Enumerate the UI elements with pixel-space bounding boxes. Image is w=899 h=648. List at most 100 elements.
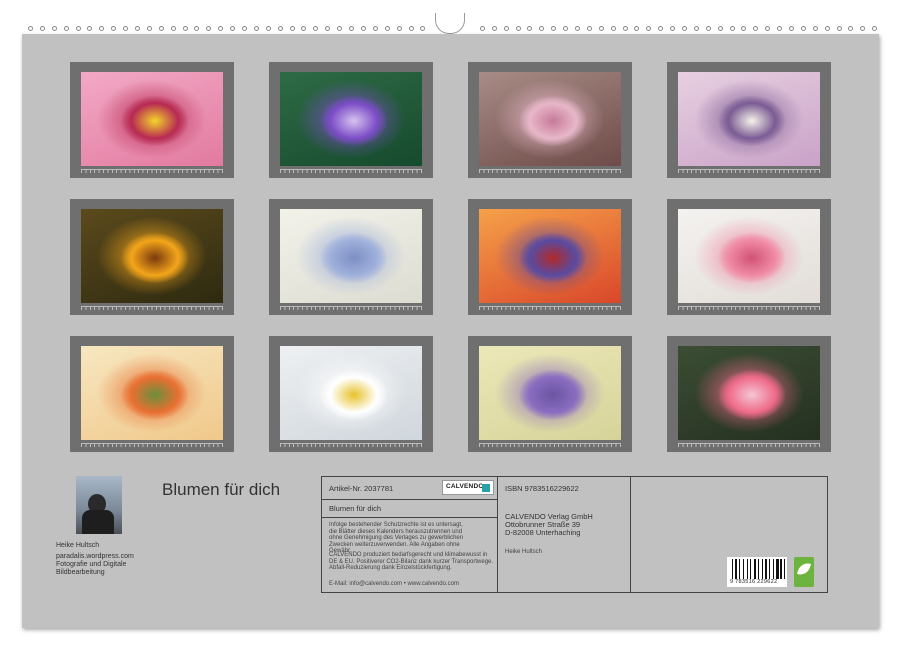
- photo-credit: Heike Hultsch: [505, 549, 542, 556]
- barcode-bar: [750, 559, 751, 579]
- thumbnail-allium-poppy: [468, 199, 632, 315]
- barcode-bar: [776, 559, 779, 579]
- info-panel: Artikel-Nr. 2037781 CALVENDO Blumen für …: [321, 476, 828, 593]
- binding-ring: [539, 26, 544, 31]
- thumbnail-purple-crocus: [269, 62, 433, 178]
- binding-ring: [860, 26, 865, 31]
- binding-ring: [682, 26, 687, 31]
- binding-ring: [718, 26, 723, 31]
- binding-ring: [230, 26, 235, 31]
- binding-ring: [290, 26, 295, 31]
- date-strip: [81, 169, 223, 173]
- date-strip: [678, 169, 820, 173]
- info-column-article: Artikel-Nr. 2037781 CALVENDO Blumen für …: [322, 477, 498, 592]
- calendar-title: Blumen für dich: [162, 480, 280, 500]
- thumbnail-chamomile: [269, 336, 433, 452]
- flower-photo: [678, 346, 820, 440]
- binding-ring: [706, 26, 711, 31]
- date-strip: [81, 306, 223, 310]
- binding-ring: [194, 26, 199, 31]
- flower-photo: [678, 209, 820, 303]
- author-block: Heike Hultsch paradalis.wordpress.com Fo…: [56, 542, 134, 577]
- binding-ring: [123, 26, 128, 31]
- barcode-digits: 9 783516 229622: [730, 579, 777, 585]
- binding-ring: [52, 26, 57, 31]
- legal-text: Infolge bestehender Schutzrechte ist es …: [329, 522, 469, 555]
- date-strip: [479, 306, 621, 310]
- date-strip: [280, 169, 422, 173]
- binding-ring: [551, 26, 556, 31]
- barcode-bar: [747, 559, 748, 579]
- article-number: Artikel-Nr. 2037781: [329, 484, 393, 493]
- barcode-bar: [732, 559, 733, 579]
- binding-ring: [753, 26, 758, 31]
- binding-ring: [872, 26, 877, 31]
- flower-photo: [479, 72, 621, 166]
- binding-ring: [587, 26, 592, 31]
- flower-photo: [479, 209, 621, 303]
- binding-ring: [242, 26, 247, 31]
- binding-ring: [634, 26, 639, 31]
- author-name: Heike Hultsch: [56, 542, 134, 550]
- thumbnail-hydrangea: [269, 199, 433, 315]
- binding-ring: [480, 26, 485, 31]
- binding-ring: [825, 26, 830, 31]
- date-strip: [81, 443, 223, 447]
- flower-photo: [280, 72, 422, 166]
- binding-ring: [658, 26, 663, 31]
- binding-ring: [611, 26, 616, 31]
- binding-ring: [349, 26, 354, 31]
- barcode-bar: [762, 559, 763, 579]
- binding-ring: [789, 26, 794, 31]
- binding-ring: [397, 26, 402, 31]
- thumbnail-pink-blossom: [468, 62, 632, 178]
- flower-photo: [81, 209, 223, 303]
- binding-ring: [254, 26, 259, 31]
- author-photo: [76, 476, 122, 534]
- date-strip: [280, 443, 422, 447]
- flower-photo: [280, 209, 422, 303]
- flower-photo: [479, 346, 621, 440]
- barcode-bar: [735, 559, 737, 579]
- calvendo-logo-text: CALVENDO: [446, 483, 484, 490]
- isbn: ISBN 9783516229622: [505, 484, 579, 493]
- date-strip: [678, 306, 820, 310]
- binding-ring: [420, 26, 425, 31]
- flower-photo: [678, 72, 820, 166]
- binding-ring: [409, 26, 414, 31]
- binding-ring: [361, 26, 366, 31]
- binding-ring: [670, 26, 675, 31]
- barcode-bar: [758, 559, 759, 579]
- calendar-back-page: Heike Hultsch paradalis.wordpress.com Fo…: [22, 34, 879, 628]
- eco-text: CALVENDO produziert bedarfsgerecht und k…: [329, 552, 494, 572]
- binding-ring: [599, 26, 604, 31]
- binding-ring: [504, 26, 509, 31]
- binding-ring: [266, 26, 271, 31]
- publisher-address: CALVENDO Verlag GmbH Ottobrunner Straße …: [505, 513, 593, 537]
- eco-leaf-icon: [794, 557, 814, 587]
- thumbnail-pink-zinnia: [70, 62, 234, 178]
- binding-ring: [623, 26, 628, 31]
- barcode-bar: [739, 559, 740, 579]
- binding-ring: [848, 26, 853, 31]
- binding-ring: [385, 26, 390, 31]
- barcode-bar: [780, 559, 782, 579]
- binding-ring: [99, 26, 104, 31]
- barcode-bar: [743, 559, 744, 579]
- date-strip: [280, 306, 422, 310]
- binding-ring: [813, 26, 818, 31]
- flower-photo: [81, 72, 223, 166]
- binding-ring: [313, 26, 318, 31]
- publisher-line-3: D-82008 Unterhaching: [505, 529, 593, 537]
- author-line-1: paradalis.wordpress.com: [56, 553, 134, 561]
- date-strip: [479, 443, 621, 447]
- binding-ring: [147, 26, 152, 31]
- barcode: 9 783516 229622: [727, 557, 787, 587]
- thumbnail-frosted-rose: [667, 336, 831, 452]
- date-strip: [678, 443, 820, 447]
- binding-ring: [40, 26, 45, 31]
- binding-ring: [516, 26, 521, 31]
- product-title: Blumen für dich: [329, 504, 381, 513]
- binding-ring: [206, 26, 211, 31]
- binding-ring: [76, 26, 81, 31]
